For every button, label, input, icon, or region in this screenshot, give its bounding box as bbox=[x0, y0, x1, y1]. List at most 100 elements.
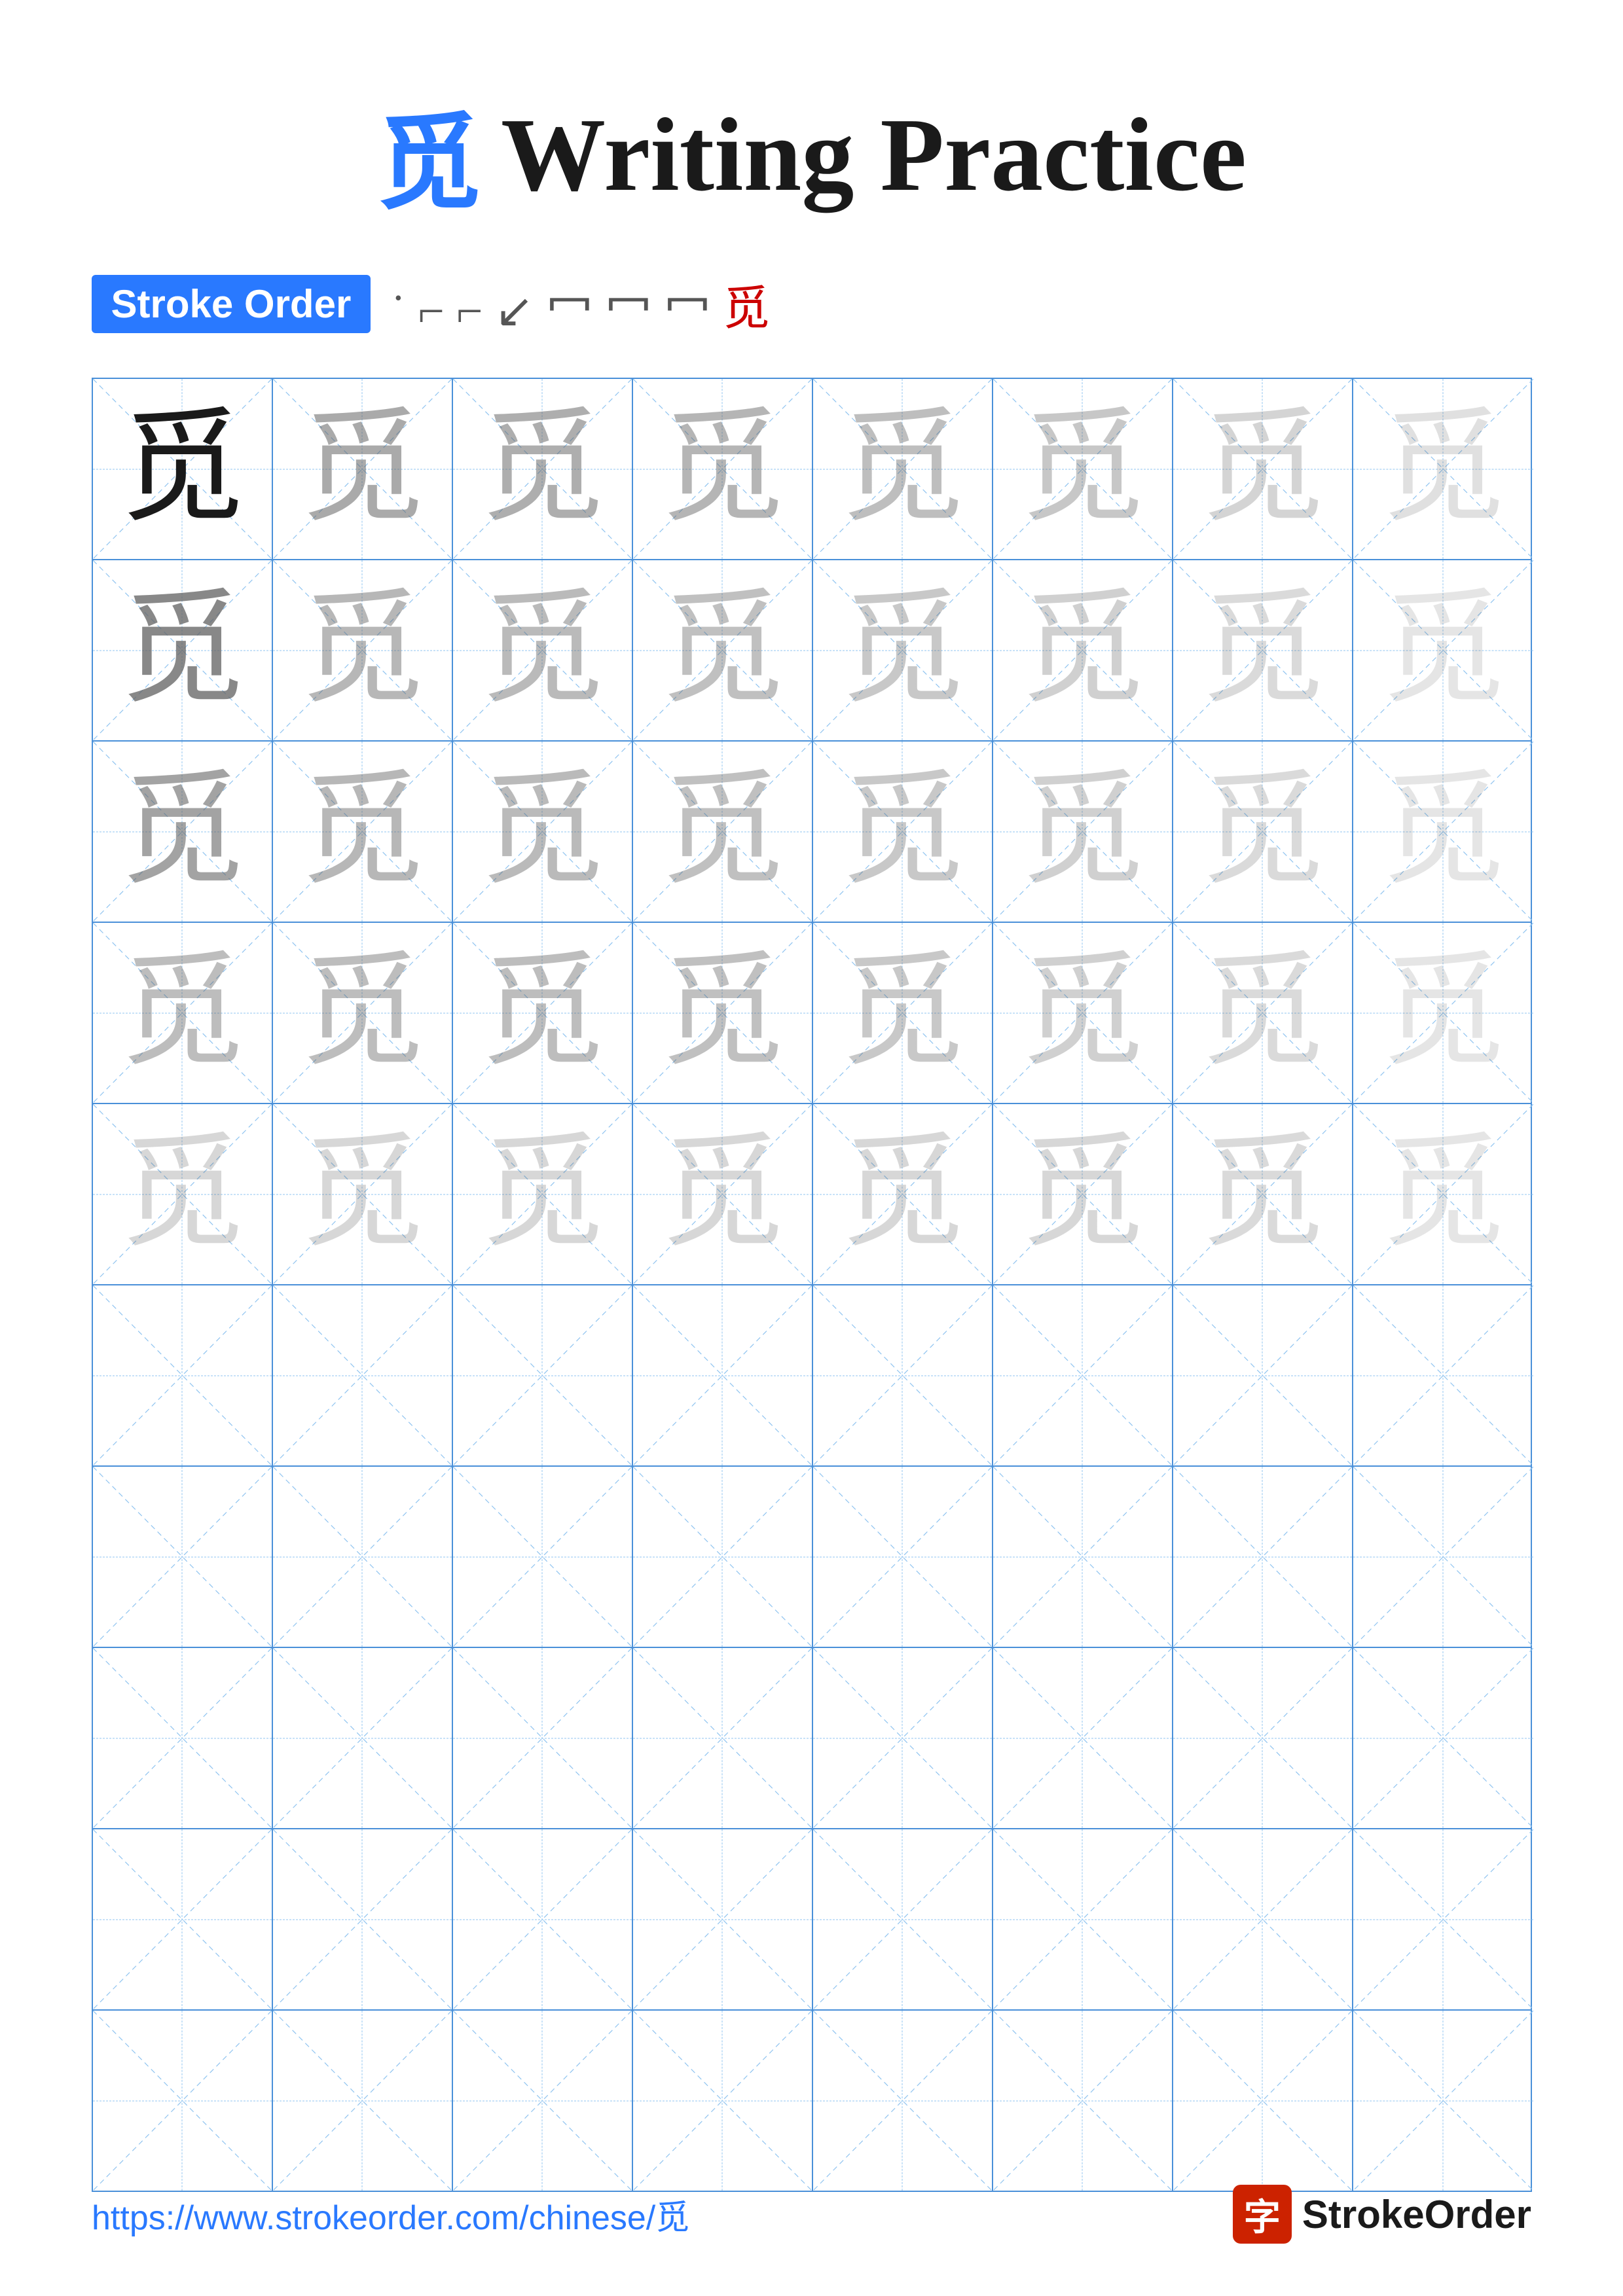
grid-cell[interactable] bbox=[993, 2011, 1173, 2191]
grid-cell[interactable]: 觅 bbox=[273, 742, 453, 922]
practice-char: 觅 bbox=[840, 770, 964, 894]
stroke-step-6: 冖 bbox=[605, 270, 652, 338]
grid-cell[interactable] bbox=[273, 1829, 453, 2009]
grid-cell[interactable] bbox=[93, 2011, 273, 2191]
grid-cell[interactable] bbox=[1353, 2011, 1533, 2191]
grid-cell[interactable] bbox=[93, 1285, 273, 1465]
grid-cell[interactable]: 觅 bbox=[453, 742, 633, 922]
grid-cell[interactable]: 觅 bbox=[273, 379, 453, 559]
grid-cell[interactable]: 觅 bbox=[993, 742, 1173, 922]
grid-cell[interactable] bbox=[1353, 1285, 1533, 1465]
grid-cell[interactable]: 觅 bbox=[633, 379, 813, 559]
grid-cell[interactable] bbox=[453, 1285, 633, 1465]
grid-cell[interactable] bbox=[813, 1648, 993, 1828]
grid-cell[interactable]: 觅 bbox=[1353, 379, 1533, 559]
grid-cell[interactable]: 觅 bbox=[453, 923, 633, 1103]
grid-cell[interactable]: 觅 bbox=[273, 560, 453, 740]
grid-cell[interactable]: 觅 bbox=[1173, 1104, 1353, 1284]
footer: https://www.strokeorder.com/chinese/觅 字 … bbox=[92, 2185, 1531, 2244]
grid-cell[interactable] bbox=[273, 2011, 453, 2191]
grid-cell[interactable]: 觅 bbox=[453, 560, 633, 740]
grid-row: 觅觅觅觅觅觅觅觅 bbox=[93, 923, 1531, 1104]
grid-cell[interactable]: 觅 bbox=[1173, 560, 1353, 740]
grid-cell[interactable] bbox=[633, 1467, 813, 1647]
grid-cell[interactable]: 觅 bbox=[453, 1104, 633, 1284]
grid-cell[interactable]: 觅 bbox=[1353, 923, 1533, 1103]
practice-char: 觅 bbox=[480, 951, 604, 1075]
grid-cell[interactable]: 觅 bbox=[813, 560, 993, 740]
practice-char: 觅 bbox=[660, 770, 784, 894]
grid-cell[interactable]: 觅 bbox=[993, 560, 1173, 740]
grid-cell[interactable]: 觅 bbox=[93, 560, 273, 740]
practice-char: 觅 bbox=[1381, 1132, 1505, 1257]
grid-cell[interactable] bbox=[453, 1467, 633, 1647]
grid-cell[interactable]: 觅 bbox=[813, 742, 993, 922]
practice-char: 觅 bbox=[1200, 1132, 1324, 1257]
grid-cell[interactable] bbox=[273, 1285, 453, 1465]
grid-cell[interactable] bbox=[1173, 1829, 1353, 2009]
grid-cell[interactable]: 觅 bbox=[993, 379, 1173, 559]
grid-cell[interactable] bbox=[633, 1285, 813, 1465]
practice-char: 觅 bbox=[1200, 951, 1324, 1075]
grid-cell[interactable] bbox=[993, 1467, 1173, 1647]
footer-logo-text: StrokeOrder bbox=[1302, 2192, 1531, 2237]
grid-cell[interactable] bbox=[453, 1829, 633, 2009]
grid-cell[interactable]: 觅 bbox=[1353, 1104, 1533, 1284]
practice-char: 觅 bbox=[1381, 407, 1505, 531]
grid-cell[interactable] bbox=[93, 1829, 273, 2009]
grid-cell[interactable]: 觅 bbox=[273, 1104, 453, 1284]
grid-cell[interactable] bbox=[1173, 1285, 1353, 1465]
grid-cell[interactable] bbox=[1353, 1829, 1533, 2009]
grid-cell[interactable] bbox=[813, 2011, 993, 2191]
grid-cell[interactable]: 觅 bbox=[993, 923, 1173, 1103]
grid-cell[interactable]: 觅 bbox=[633, 923, 813, 1103]
grid-cell[interactable]: 觅 bbox=[633, 742, 813, 922]
grid-cell[interactable] bbox=[993, 1648, 1173, 1828]
grid-cell[interactable]: 觅 bbox=[1353, 742, 1533, 922]
grid-cell[interactable]: 觅 bbox=[1173, 379, 1353, 559]
grid-cell[interactable]: 觅 bbox=[993, 1104, 1173, 1284]
grid-cell[interactable] bbox=[1173, 1648, 1353, 1828]
grid-cell[interactable]: 觅 bbox=[93, 1104, 273, 1284]
grid-cell[interactable] bbox=[813, 1467, 993, 1647]
grid-cell[interactable]: 觅 bbox=[93, 742, 273, 922]
grid-row bbox=[93, 1648, 1531, 1829]
grid-cell[interactable] bbox=[1173, 1467, 1353, 1647]
grid-cell[interactable] bbox=[453, 1648, 633, 1828]
grid-cell[interactable] bbox=[813, 1829, 993, 2009]
practice-char: 觅 bbox=[840, 588, 964, 713]
grid-cell[interactable] bbox=[1353, 1467, 1533, 1647]
grid-cell[interactable] bbox=[633, 1648, 813, 1828]
grid-cell[interactable] bbox=[93, 1648, 273, 1828]
practice-char: 觅 bbox=[480, 407, 604, 531]
stroke-step-3: ⌐ bbox=[456, 284, 483, 338]
stroke-step-8: 觅 bbox=[723, 270, 770, 338]
grid-cell[interactable]: 觅 bbox=[633, 1104, 813, 1284]
practice-char: 觅 bbox=[1381, 951, 1505, 1075]
grid-cell[interactable] bbox=[993, 1829, 1173, 2009]
grid-cell[interactable]: 觅 bbox=[1353, 560, 1533, 740]
grid-cell[interactable] bbox=[993, 1285, 1173, 1465]
grid-cell[interactable] bbox=[453, 2011, 633, 2191]
grid-cell[interactable]: 觅 bbox=[273, 923, 453, 1103]
grid-cell[interactable]: 觅 bbox=[1173, 923, 1353, 1103]
grid-cell[interactable]: 觅 bbox=[813, 1104, 993, 1284]
grid-cell[interactable] bbox=[633, 2011, 813, 2191]
grid-cell[interactable]: 觅 bbox=[633, 560, 813, 740]
grid-cell[interactable]: 觅 bbox=[1173, 742, 1353, 922]
grid-cell[interactable] bbox=[273, 1648, 453, 1828]
grid-cell[interactable] bbox=[1173, 2011, 1353, 2191]
grid-cell[interactable]: 觅 bbox=[93, 923, 273, 1103]
grid-cell[interactable]: 觅 bbox=[813, 379, 993, 559]
stroke-order-badge: Stroke Order bbox=[92, 275, 371, 333]
grid-cell[interactable] bbox=[1353, 1648, 1533, 1828]
grid-cell[interactable] bbox=[633, 1829, 813, 2009]
grid-cell[interactable] bbox=[813, 1285, 993, 1465]
grid-cell[interactable]: 觅 bbox=[453, 379, 633, 559]
grid-cell[interactable]: 觅 bbox=[813, 923, 993, 1103]
grid-cell[interactable] bbox=[273, 1467, 453, 1647]
practice-char: 觅 bbox=[1020, 951, 1144, 1075]
grid-cell[interactable] bbox=[93, 1467, 273, 1647]
stroke-order-row: Stroke Order ˙ ⌐ ⌐ ↙ 冖 冖 冖 觅 bbox=[92, 270, 1532, 338]
grid-cell[interactable]: 觅 bbox=[93, 379, 273, 559]
